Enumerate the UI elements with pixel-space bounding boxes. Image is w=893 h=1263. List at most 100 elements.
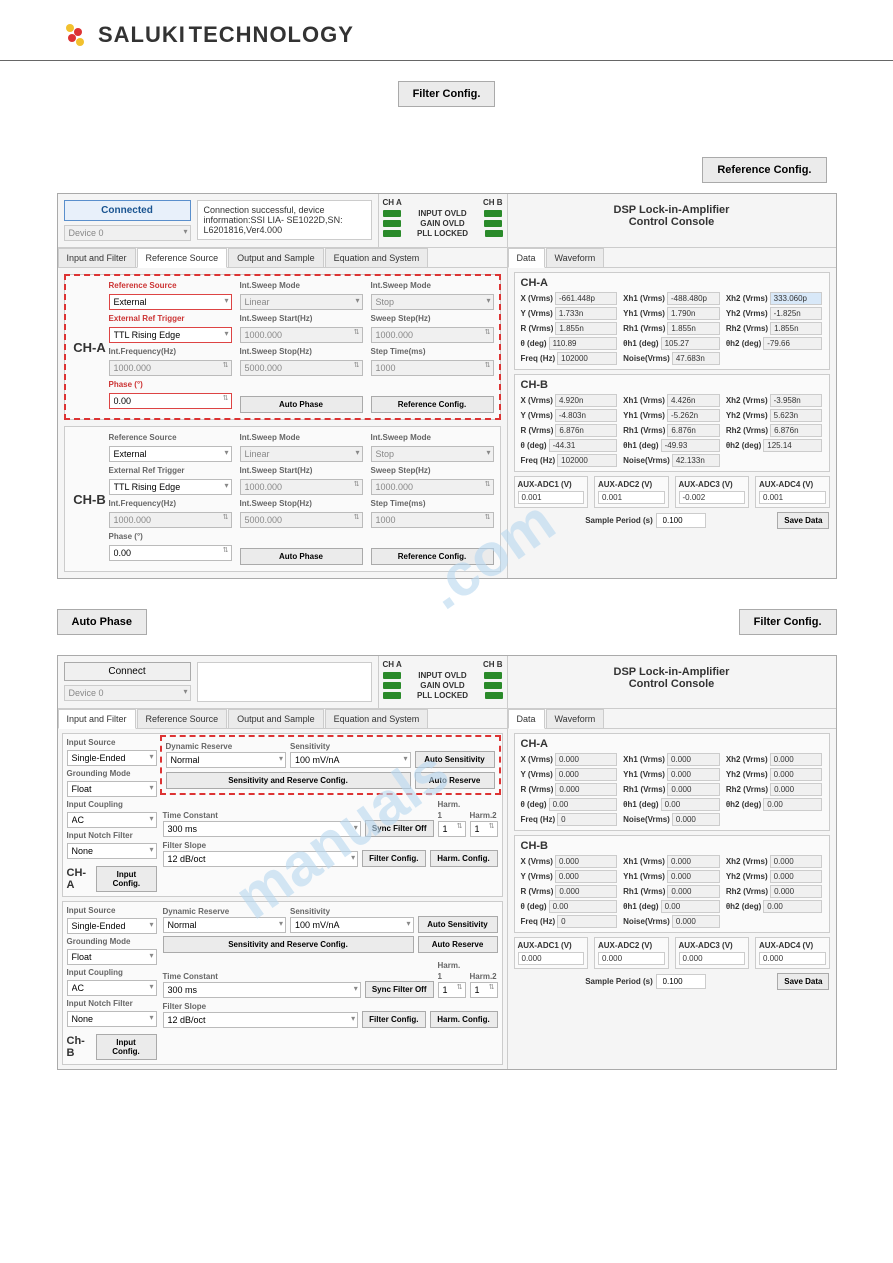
doc-header: SALUKI TECHNOLOGY [0, 0, 893, 61]
aux-adc4-2: 0.000 [759, 952, 826, 965]
cha-auto-sensitivity-button[interactable]: Auto Sensitivity [415, 751, 495, 768]
led-icon [383, 672, 401, 679]
status-leds-2: CH ACH B INPUT OVLD GAIN OVLD PLL LOCKED [378, 656, 508, 708]
tab-output-sample[interactable]: Output and Sample [228, 248, 324, 267]
cha-harm-config-button[interactable]: Harm. Config. [430, 850, 498, 867]
chb-phase[interactable] [109, 545, 232, 561]
tab-waveform-2[interactable]: Waveform [546, 709, 605, 728]
chb-filter-config-button[interactable]: Filter Config. [362, 1011, 425, 1028]
tab-data[interactable]: Data [508, 248, 545, 268]
chb-auto-reserve-button[interactable]: Auto Reserve [418, 936, 498, 953]
cha-step-time[interactable] [371, 360, 494, 376]
cha-int-freq[interactable] [109, 360, 232, 376]
chb-input-source[interactable] [67, 918, 157, 934]
chb-harm-config-button[interactable]: Harm. Config. [430, 1011, 498, 1028]
cha-filter-config-button[interactable]: Filter Config. [362, 850, 425, 867]
cha-sens-reserve-config-button[interactable]: Sensitivity and Reserve Config. [166, 772, 411, 789]
cha-sync-filter-button[interactable]: Sync Filter Off [365, 820, 434, 837]
aux-adc1-2: 0.000 [518, 952, 585, 965]
tab-input-filter-2[interactable]: Input and Filter [58, 709, 136, 729]
chb-harm1[interactable] [438, 982, 466, 998]
cha-ref-source[interactable] [109, 294, 232, 310]
tab-equation-system[interactable]: Equation and System [325, 248, 429, 267]
chb-coupling[interactable] [67, 980, 157, 996]
cha-grounding[interactable] [67, 781, 157, 797]
connect-button[interactable]: Connect [64, 662, 191, 681]
chb-sweep-mode2[interactable] [371, 446, 494, 462]
auto-phase-button-standalone[interactable]: Auto Phase [57, 609, 148, 635]
tab-data-2[interactable]: Data [508, 709, 545, 729]
cha-phase[interactable] [109, 393, 232, 409]
chb-label: CH-B [71, 433, 109, 565]
cha-label: CH-A [71, 281, 109, 413]
led-icon [383, 682, 401, 689]
chb-ext-trigger[interactable] [109, 479, 232, 495]
cha-coupling[interactable] [67, 812, 157, 828]
cha-time-constant[interactable] [163, 821, 361, 837]
filter-config-button[interactable]: Filter Config. [398, 81, 496, 107]
cha-notch[interactable] [67, 843, 157, 859]
cha-sweep-start[interactable] [240, 327, 363, 343]
save-data-button-2[interactable]: Save Data [777, 973, 829, 990]
chb-sweep-step[interactable] [371, 479, 494, 495]
status-leds: CH ACH B INPUT OVLD GAIN OVLD PLL LOCKED [378, 194, 508, 247]
chb-int-freq[interactable] [109, 512, 232, 528]
filter-config-button-2[interactable]: Filter Config. [739, 609, 837, 635]
chb-ref-config-button[interactable]: Reference Config. [371, 548, 494, 565]
tab-equation-system-2[interactable]: Equation and System [325, 709, 429, 728]
device-select[interactable] [64, 225, 191, 241]
chb-input-section: Input Source Grounding Mode Input Coupli… [62, 901, 503, 1065]
chb-auto-phase-button[interactable]: Auto Phase [240, 548, 363, 565]
reference-config-button[interactable]: Reference Config. [702, 157, 826, 183]
tab-output-sample-2[interactable]: Output and Sample [228, 709, 324, 728]
aux-adc2: 0.001 [598, 491, 665, 504]
tab-reference-source-2[interactable]: Reference Source [137, 709, 228, 728]
tab-reference-source[interactable]: Reference Source [137, 248, 228, 268]
cha-harm1[interactable] [438, 821, 466, 837]
cha-input-source[interactable] [67, 750, 157, 766]
app-title: DSP Lock-in-Amplifier Control Console [508, 194, 836, 247]
chb-sweep-start[interactable] [240, 479, 363, 495]
brand-name: SALUKI [98, 22, 186, 47]
device-select-2[interactable] [64, 685, 191, 701]
sample-period-2[interactable] [656, 974, 706, 989]
cha-sweep-mode2[interactable] [371, 294, 494, 310]
cha-sweep-mode[interactable] [240, 294, 363, 310]
cha-sweep-step[interactable] [371, 327, 494, 343]
chb-notch[interactable] [67, 1011, 157, 1027]
chb-filter-slope[interactable] [163, 1012, 359, 1028]
led-icon [484, 210, 502, 217]
save-data-button[interactable]: Save Data [777, 512, 829, 529]
cha-sweep-stop[interactable] [240, 360, 363, 376]
chb-ref-source[interactable] [109, 446, 232, 462]
chb-time-constant[interactable] [163, 982, 361, 998]
cha-ext-trigger[interactable] [109, 327, 232, 343]
app-title-2: DSP Lock-in-Amplifier Control Console [508, 656, 836, 708]
cha-input-config-button[interactable]: Input Config. [96, 866, 156, 892]
chb-input-config-button[interactable]: Input Config. [96, 1034, 157, 1060]
cha-auto-phase-button[interactable]: Auto Phase [240, 396, 363, 413]
connected-button[interactable]: Connected [64, 200, 191, 221]
chb-grounding[interactable] [67, 949, 157, 965]
chb-sensitivity[interactable] [290, 917, 414, 933]
sample-period[interactable] [656, 513, 706, 528]
tab-input-filter[interactable]: Input and Filter [58, 248, 136, 267]
chb-sens-reserve-config-button[interactable]: Sensitivity and Reserve Config. [163, 936, 414, 953]
chb-auto-sensitivity-button[interactable]: Auto Sensitivity [418, 916, 498, 933]
chb-dyn-reserve[interactable] [163, 917, 287, 933]
chb-step-time[interactable] [371, 512, 494, 528]
chb-sweep-stop[interactable] [240, 512, 363, 528]
cha-sensitivity[interactable] [290, 752, 411, 768]
chb-sync-filter-button[interactable]: Sync Filter Off [365, 981, 434, 998]
chb-sweep-mode[interactable] [240, 446, 363, 462]
led-icon [485, 230, 503, 237]
cha-ref-config-button[interactable]: Reference Config. [371, 396, 494, 413]
cha-filter-slope[interactable] [163, 851, 359, 867]
cha-auto-reserve-button[interactable]: Auto Reserve [415, 772, 495, 789]
aux-adc2-2: 0.000 [598, 952, 665, 965]
tab-waveform[interactable]: Waveform [546, 248, 605, 267]
cha-dyn-reserve[interactable] [166, 752, 287, 768]
aux-adc4: 0.001 [759, 491, 826, 504]
chb-harm2[interactable] [470, 982, 498, 998]
cha-harm2[interactable] [470, 821, 498, 837]
